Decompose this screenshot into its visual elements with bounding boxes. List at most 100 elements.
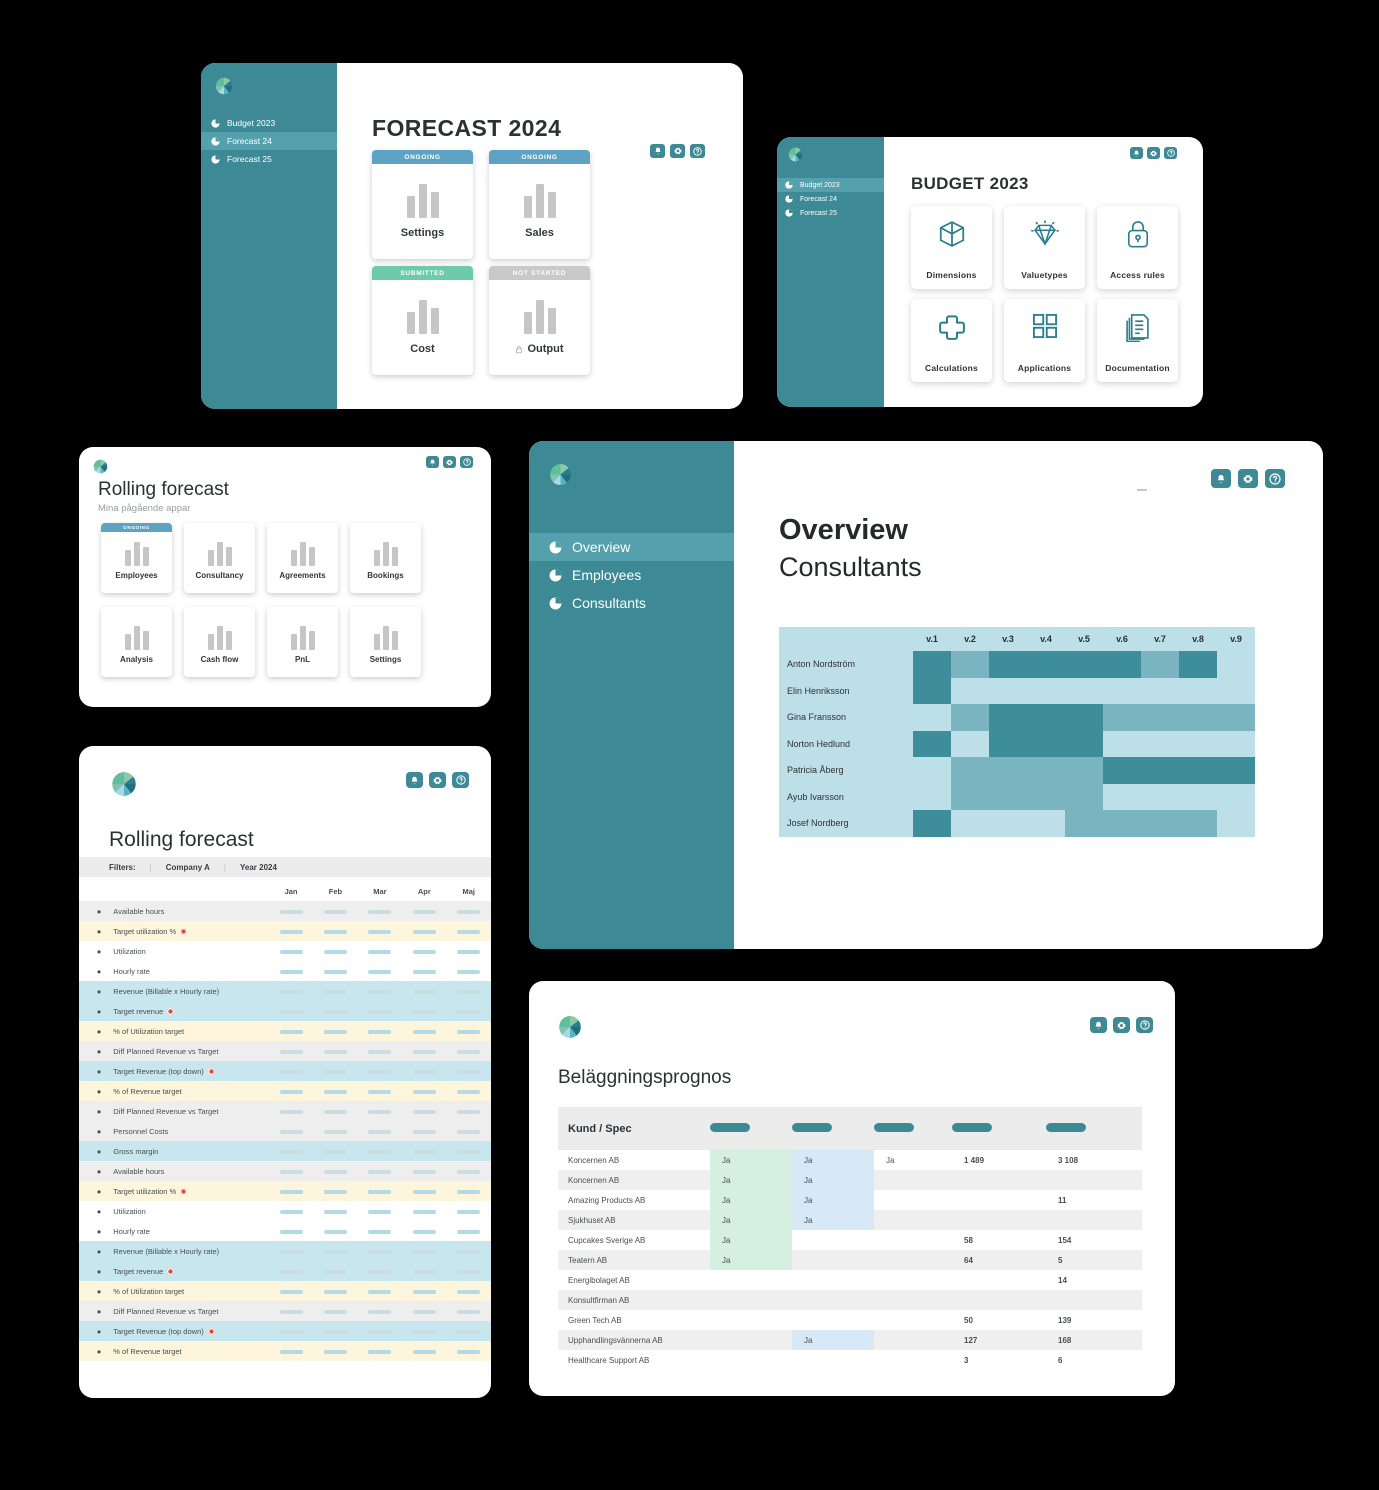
heatmap-cell[interactable] xyxy=(951,783,989,810)
flag-cell[interactable]: Ja xyxy=(792,1330,874,1350)
rf-value-cell[interactable] xyxy=(358,1321,402,1341)
flag-cell[interactable]: Ja xyxy=(710,1170,792,1190)
value-cell[interactable]: 168 xyxy=(1046,1330,1142,1350)
help-icon[interactable] xyxy=(460,456,473,468)
heatmap-cell[interactable] xyxy=(1027,757,1065,784)
rf-value-cell[interactable] xyxy=(447,1281,491,1301)
sidebar-item-forecast-24[interactable]: Forecast 24 xyxy=(777,192,884,206)
heatmap-cell[interactable] xyxy=(989,757,1027,784)
heatmap-cell[interactable] xyxy=(1141,677,1179,704)
value-cell[interactable] xyxy=(952,1210,1046,1230)
heatmap-cell[interactable] xyxy=(1065,783,1103,810)
gear-icon[interactable] xyxy=(670,144,685,158)
heatmap-cell[interactable] xyxy=(1103,651,1141,678)
flag-cell[interactable] xyxy=(874,1210,952,1230)
rf-value-cell[interactable] xyxy=(358,1061,402,1081)
rf-value-cell[interactable] xyxy=(402,1221,446,1241)
flag-cell[interactable] xyxy=(874,1350,952,1370)
flag-cell[interactable] xyxy=(874,1170,952,1190)
feature-tile-documentation[interactable]: Documentation xyxy=(1097,299,1178,382)
rf-value-cell[interactable] xyxy=(269,1081,313,1101)
feature-tile-access-rules[interactable]: Access rules xyxy=(1097,206,1178,289)
rf-value-cell[interactable] xyxy=(447,1121,491,1141)
heatmap-cell[interactable] xyxy=(951,730,989,757)
app-tile-analysis[interactable]: Analysis xyxy=(101,607,172,677)
table-row[interactable]: ● Diff Planned Revenue vs Target xyxy=(79,1041,491,1061)
rf-value-cell[interactable] xyxy=(358,1021,402,1041)
help-icon[interactable] xyxy=(452,772,469,788)
rf-value-cell[interactable] xyxy=(313,961,357,981)
feature-tile-calculations[interactable]: Calculations xyxy=(911,299,992,382)
rf-value-cell[interactable] xyxy=(402,1041,446,1061)
flag-cell[interactable] xyxy=(710,1350,792,1370)
rf-value-cell[interactable] xyxy=(269,1261,313,1281)
gear-icon[interactable] xyxy=(429,772,446,788)
value-cell[interactable]: 139 xyxy=(1046,1310,1142,1330)
heatmap-cell[interactable] xyxy=(989,651,1027,678)
rf-value-cell[interactable] xyxy=(402,1321,446,1341)
feature-tile-valuetypes[interactable]: Valuetypes xyxy=(1004,206,1085,289)
rf-value-cell[interactable] xyxy=(447,1001,491,1021)
heatmap-cell[interactable] xyxy=(1217,677,1255,704)
rf-value-cell[interactable] xyxy=(269,1321,313,1341)
flag-cell[interactable] xyxy=(710,1330,792,1350)
heatmap-cell[interactable] xyxy=(1179,651,1217,678)
rf-value-cell[interactable] xyxy=(313,941,357,961)
heatmap-cell[interactable] xyxy=(1027,730,1065,757)
heatmap-cell[interactable] xyxy=(1217,783,1255,810)
rf-value-cell[interactable] xyxy=(313,1021,357,1041)
rf-value-cell[interactable] xyxy=(402,1001,446,1021)
rf-value-cell[interactable] xyxy=(313,1081,357,1101)
flag-cell[interactable]: Ja xyxy=(710,1210,792,1230)
rf-value-cell[interactable] xyxy=(269,1141,313,1161)
table-row[interactable]: Sjukhuset AB Ja Ja xyxy=(558,1210,1142,1230)
flag-cell[interactable]: Ja xyxy=(874,1150,952,1170)
table-row[interactable]: ● Available hours xyxy=(79,901,491,921)
heatmap-cell[interactable] xyxy=(951,704,989,731)
heatmap-cell[interactable] xyxy=(951,651,989,678)
rf-value-cell[interactable] xyxy=(358,1201,402,1221)
rf-value-cell[interactable] xyxy=(313,1181,357,1201)
heatmap-cell[interactable] xyxy=(913,704,951,731)
rf-value-cell[interactable] xyxy=(269,1341,313,1361)
filter-year[interactable]: Year 2024 xyxy=(240,863,277,872)
heatmap-cell[interactable] xyxy=(913,730,951,757)
table-row[interactable]: Teatern AB Ja 64 5 xyxy=(558,1250,1142,1270)
rf-value-cell[interactable] xyxy=(447,1161,491,1181)
rf-value-cell[interactable] xyxy=(269,921,313,941)
rf-value-cell[interactable] xyxy=(358,981,402,1001)
rf-value-cell[interactable] xyxy=(269,1161,313,1181)
rf-value-cell[interactable] xyxy=(402,1301,446,1321)
rf-value-cell[interactable] xyxy=(358,1081,402,1101)
rf-value-cell[interactable] xyxy=(313,1341,357,1361)
flag-cell[interactable] xyxy=(874,1250,952,1270)
flag-cell[interactable] xyxy=(710,1310,792,1330)
rf-value-cell[interactable] xyxy=(313,1261,357,1281)
app-tile-employees[interactable]: ONGOING Employees xyxy=(101,523,172,593)
rf-value-cell[interactable] xyxy=(313,1121,357,1141)
flag-cell[interactable] xyxy=(874,1270,952,1290)
rf-value-cell[interactable] xyxy=(402,1341,446,1361)
rf-value-cell[interactable] xyxy=(358,1241,402,1261)
sidebar-item-forecast-25[interactable]: Forecast 25 xyxy=(201,150,337,168)
heatmap-cell[interactable] xyxy=(1065,704,1103,731)
rf-value-cell[interactable] xyxy=(447,1341,491,1361)
value-cell[interactable]: 14 xyxy=(1046,1270,1142,1290)
table-row[interactable]: Healthcare Support AB 3 6 xyxy=(558,1350,1142,1370)
rf-value-cell[interactable] xyxy=(313,1301,357,1321)
flag-cell[interactable]: Ja xyxy=(792,1210,874,1230)
rf-value-cell[interactable] xyxy=(447,1081,491,1101)
table-row[interactable]: Konsultfirman AB xyxy=(558,1290,1142,1310)
flag-cell[interactable] xyxy=(710,1290,792,1310)
heatmap-cell[interactable] xyxy=(1065,757,1103,784)
value-cell[interactable]: 127 xyxy=(952,1330,1046,1350)
rf-value-cell[interactable] xyxy=(447,1181,491,1201)
flag-cell[interactable]: Ja xyxy=(792,1170,874,1190)
value-cell[interactable] xyxy=(1046,1170,1142,1190)
rf-value-cell[interactable] xyxy=(313,1281,357,1301)
flag-cell[interactable] xyxy=(792,1290,874,1310)
rf-value-cell[interactable] xyxy=(358,1301,402,1321)
rf-value-cell[interactable] xyxy=(402,1081,446,1101)
gear-icon[interactable] xyxy=(1147,147,1160,159)
rf-value-cell[interactable] xyxy=(447,1061,491,1081)
